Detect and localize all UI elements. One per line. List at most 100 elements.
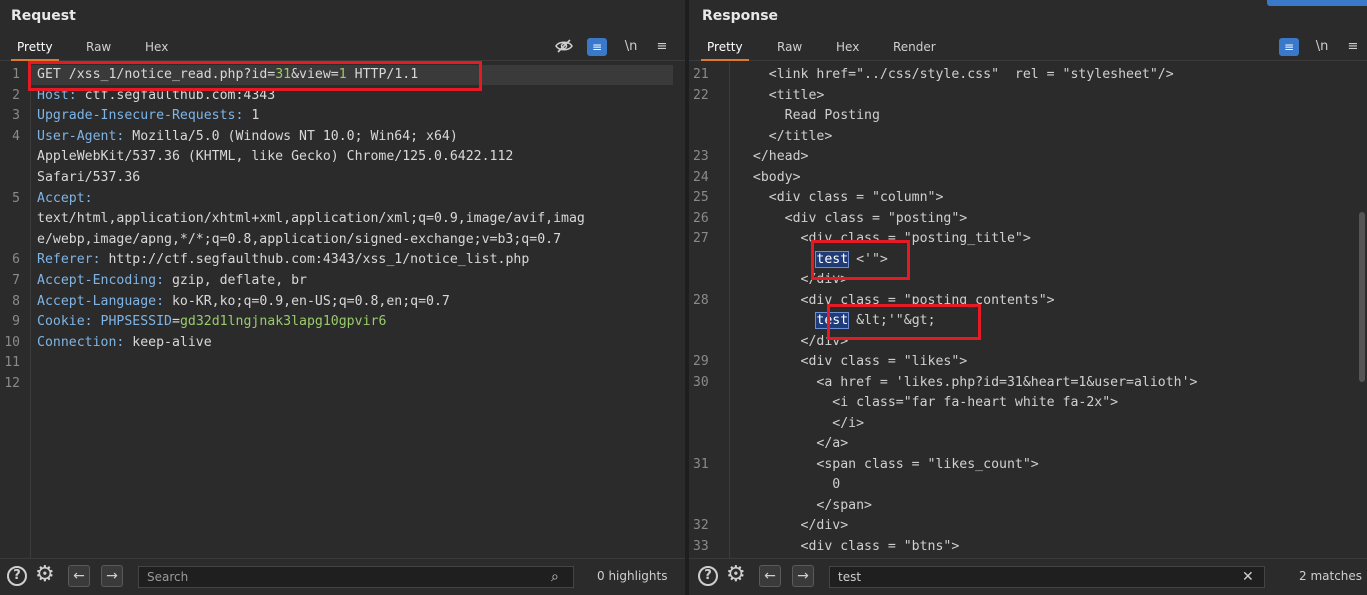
token-text: </div> <box>737 518 849 533</box>
tab-pretty[interactable]: Pretty <box>11 40 59 61</box>
token-path: /xss_1/notice_read.php?id= <box>68 67 276 82</box>
help-icon[interactable]: ? <box>698 566 718 586</box>
token-v: 1 <box>251 108 260 124</box>
request-search-input[interactable] <box>147 567 488 587</box>
request-tabs: Pretty Raw Hex ≡ \n ≡ <box>0 34 685 61</box>
token-v: Safari/537.36 <box>37 170 141 185</box>
token-ck: PHPSESSID <box>100 314 172 330</box>
layout-toggle-strip[interactable] <box>1267 0 1367 6</box>
line-number: 25 <box>693 190 709 205</box>
request-search-input-box[interactable]: ⌕ <box>138 566 574 588</box>
line-gutter <box>689 62 730 559</box>
help-icon[interactable]: ? <box>7 566 27 586</box>
forward-arrow-icon[interactable]: → <box>101 565 123 587</box>
line-number: 5 <box>12 190 20 206</box>
back-arrow-icon[interactable]: ← <box>759 565 781 587</box>
code-line: Connection: keep-alive <box>37 333 212 353</box>
code-line: <div class = "posting_contents"> <box>737 291 1055 311</box>
code-line: Accept-Language: ko-KR,ko;q=0.9,en-US;q=… <box>37 292 450 312</box>
newline-icon[interactable]: \n <box>622 38 640 56</box>
code-line: </head> <box>737 147 809 167</box>
token-tail: HTTP/1.1 <box>346 67 419 82</box>
newline-icon[interactable]: \n <box>1313 38 1331 56</box>
token-text: </i> <box>737 415 865 431</box>
code-line: </i> <box>737 414 864 434</box>
tab-pretty[interactable]: Pretty <box>701 40 749 61</box>
tab-hex[interactable]: Hex <box>836 40 859 54</box>
token-id: 31 <box>275 67 292 82</box>
code-line: <title> <box>737 86 825 106</box>
code-line: Accept: <box>37 189 101 209</box>
line-number: 1 <box>12 67 20 82</box>
code-line: </span> <box>737 496 872 516</box>
gear-icon[interactable]: ⚙ <box>726 564 746 586</box>
token-k: Accept: <box>37 190 101 206</box>
forward-arrow-icon[interactable]: → <box>792 565 814 587</box>
token-text: <title> <box>737 87 825 103</box>
code-line: </title> <box>737 127 833 147</box>
response-editor[interactable]: 21 <link href="../css/style.css" rel = "… <box>689 62 1367 559</box>
search-match-highlight: test <box>815 250 850 268</box>
line-number: 26 <box>693 210 709 226</box>
token-k: User-Agent: <box>37 128 133 144</box>
token-text: &lt;'"&gt; <box>848 313 936 328</box>
line-number: 28 <box>693 292 709 308</box>
token-k: Cookie: <box>37 314 101 330</box>
word-wrap-icon[interactable]: ≡ <box>587 38 607 56</box>
response-tabs: Pretty Raw Hex Render ≡ \n ≡ <box>689 34 1367 61</box>
line-number: 32 <box>693 518 709 533</box>
tab-hex[interactable]: Hex <box>145 40 168 54</box>
line-number: 27 <box>693 231 709 246</box>
token-text: Read Posting <box>737 108 880 123</box>
code-line: <body> <box>737 168 801 188</box>
code-line: <i class="far fa-heart white fa-2x"> <box>737 393 1118 413</box>
code-line: <div class = "posting"> <box>737 209 968 229</box>
token-text: </div> <box>737 333 849 349</box>
code-line: Upgrade-Insecure-Requests: 1 <box>37 106 259 126</box>
token-v: ctf.segfaulthub.com:4343 <box>84 87 276 103</box>
line-number: 23 <box>693 149 709 164</box>
token-text: <div class = "btns"> <box>737 538 960 554</box>
back-arrow-icon[interactable]: ← <box>68 565 90 587</box>
response-search-input-box[interactable]: ✕ <box>829 566 1265 588</box>
eye-off-icon[interactable] <box>554 38 574 56</box>
code-line: </div> <box>737 270 849 290</box>
token-v: e/webp,image/apng,*/*;q=0.8,application/… <box>37 231 562 247</box>
response-scrollbar[interactable] <box>1359 212 1365 382</box>
code-line: Safari/537.36 <box>37 168 140 188</box>
response-pane: Response Pretty Raw Hex Render ≡ \n ≡ 21… <box>689 0 1367 595</box>
token-text: 0 <box>737 477 841 492</box>
code-line: e/webp,image/apng,*/*;q=0.8,application/… <box>37 230 561 250</box>
line-number: 8 <box>12 293 20 309</box>
token-v: http://ctf.segfaulthub.com:4343/xss_1/no… <box>108 252 530 268</box>
word-wrap-icon[interactable]: ≡ <box>1279 38 1299 56</box>
gear-icon[interactable]: ⚙ <box>35 564 55 586</box>
line-number: 2 <box>12 87 20 103</box>
token-k: Connection: <box>37 334 133 350</box>
menu-icon[interactable]: ≡ <box>1345 38 1361 56</box>
menu-icon[interactable]: ≡ <box>654 38 670 56</box>
response-search-input[interactable] <box>838 567 1179 587</box>
tab-raw[interactable]: Raw <box>86 40 111 54</box>
token-k: Upgrade-Insecure-Requests: <box>37 108 252 124</box>
token-text: </head> <box>737 149 809 164</box>
code-line: <a href = 'likes.php?id=31&heart=1&user=… <box>737 373 1197 393</box>
code-line: User-Agent: Mozilla/5.0 (Windows NT 10.0… <box>37 127 458 147</box>
request-highlight-count: 0 highlights <box>597 569 668 583</box>
response-title: Response <box>702 8 779 24</box>
request-editor[interactable]: 1 GET /xss_1/notice_read.php?id=31&view=1… <box>0 62 685 559</box>
tab-raw[interactable]: Raw <box>777 40 802 54</box>
code-line: AppleWebKit/537.36 (KHTML, like Gecko) C… <box>37 147 513 167</box>
request-search-bar: ? ⚙ ← → ⌕ 0 highlights <box>0 558 685 595</box>
token-k: Accept-Language: <box>37 293 172 309</box>
line-number: 11 <box>4 355 20 371</box>
line-number: 10 <box>4 334 20 350</box>
clear-search-icon[interactable]: ✕ <box>1242 567 1254 587</box>
code-line: <div class = "posting_title"> <box>737 229 1031 249</box>
code-line: Host: ctf.segfaulthub.com:4343 <box>37 86 275 106</box>
tab-render[interactable]: Render <box>893 40 936 54</box>
token-text: </div> <box>737 272 849 287</box>
code-line: Referer: http://ctf.segfaulthub.com:4343… <box>37 250 529 270</box>
search-icon[interactable]: ⌕ <box>551 567 559 587</box>
line-number: 33 <box>693 538 709 554</box>
